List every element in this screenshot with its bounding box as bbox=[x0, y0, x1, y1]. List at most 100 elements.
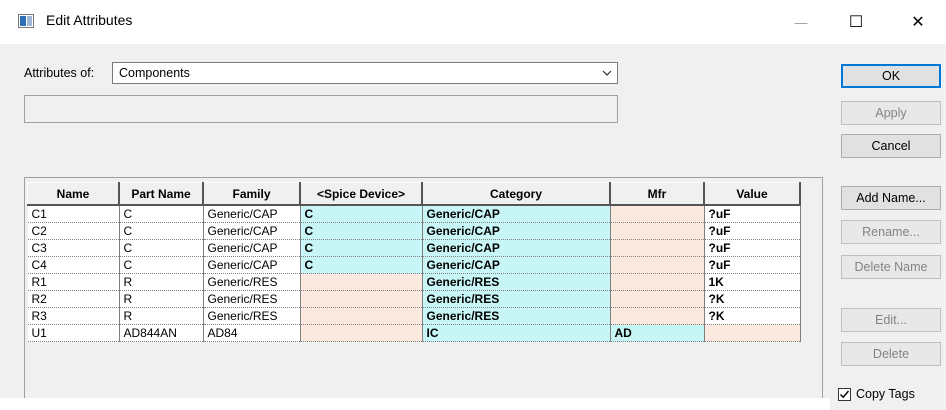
cell-name[interactable]: C2 bbox=[27, 222, 120, 240]
cell-value[interactable]: ?uF bbox=[704, 239, 801, 257]
col-header-value[interactable]: Value bbox=[703, 182, 801, 206]
copy-tags-checkbox[interactable] bbox=[838, 388, 851, 401]
apply-button[interactable]: Apply bbox=[841, 101, 941, 125]
cell-value[interactable]: ?uF bbox=[704, 205, 801, 223]
attributes-of-value: Components bbox=[119, 66, 190, 80]
cell-spice-device[interactable] bbox=[300, 307, 423, 325]
table-row[interactable]: C2 C Generic/CAP C Generic/CAP ?uF bbox=[27, 222, 801, 240]
cell-part-name[interactable]: C bbox=[119, 205, 204, 223]
cell-category[interactable]: Generic/RES bbox=[422, 273, 611, 291]
cell-spice-device[interactable] bbox=[300, 290, 423, 308]
attributes-of-dropdown[interactable]: Components bbox=[112, 62, 618, 84]
cell-name[interactable]: C4 bbox=[27, 256, 120, 274]
close-icon: ✕ bbox=[911, 14, 925, 31]
cell-family[interactable]: Generic/CAP bbox=[203, 222, 301, 240]
cell-name[interactable]: U1 bbox=[27, 324, 120, 342]
minimize-button[interactable]: — bbox=[778, 0, 824, 44]
ok-button[interactable]: OK bbox=[841, 64, 941, 88]
maximize-button[interactable]: ☐ bbox=[833, 0, 879, 44]
cell-mfr[interactable] bbox=[610, 239, 705, 257]
checkmark-icon bbox=[840, 390, 850, 399]
cancel-button[interactable]: Cancel bbox=[841, 134, 941, 158]
cell-family[interactable]: Generic/CAP bbox=[203, 256, 301, 274]
cell-category[interactable]: Generic/CAP bbox=[422, 222, 611, 240]
cell-value[interactable]: ?uF bbox=[704, 222, 801, 240]
rename-button[interactable]: Rename... bbox=[841, 220, 941, 244]
cancel-label: Cancel bbox=[871, 139, 911, 153]
cell-mfr[interactable] bbox=[610, 273, 705, 291]
cell-family[interactable]: Generic/RES bbox=[203, 307, 301, 325]
cell-mfr[interactable] bbox=[610, 205, 705, 223]
cell-name[interactable]: C3 bbox=[27, 239, 120, 257]
table-row[interactable]: R3 R Generic/RES Generic/RES ?K bbox=[27, 307, 801, 325]
delete-name-button[interactable]: Delete Name bbox=[841, 255, 941, 279]
cell-mfr[interactable]: AD bbox=[610, 324, 705, 342]
cell-spice-device[interactable] bbox=[300, 273, 423, 291]
cell-category[interactable]: Generic/RES bbox=[422, 307, 611, 325]
col-header-family[interactable]: Family bbox=[202, 182, 301, 206]
col-header-category[interactable]: Category bbox=[421, 182, 611, 206]
cell-spice-device[interactable]: C bbox=[300, 256, 423, 274]
cell-family[interactable]: Generic/RES bbox=[203, 290, 301, 308]
cell-category[interactable]: Generic/CAP bbox=[422, 205, 611, 223]
cell-category[interactable]: Generic/CAP bbox=[422, 239, 611, 257]
cell-name[interactable]: R1 bbox=[27, 273, 120, 291]
chevron-down-icon bbox=[602, 70, 612, 76]
cell-spice-device[interactable]: C bbox=[300, 205, 423, 223]
table-row[interactable]: R1 R Generic/RES Generic/RES 1K bbox=[27, 273, 801, 291]
table-row[interactable]: C4 C Generic/CAP C Generic/CAP ?uF bbox=[27, 256, 801, 274]
delete-button[interactable]: Delete bbox=[841, 342, 941, 366]
cell-mfr[interactable] bbox=[610, 256, 705, 274]
cell-spice-device[interactable] bbox=[300, 324, 423, 342]
cell-family[interactable]: AD84 bbox=[203, 324, 301, 342]
col-header-name[interactable]: Name bbox=[27, 182, 120, 206]
cell-mfr[interactable] bbox=[610, 290, 705, 308]
table-row[interactable]: R2 R Generic/RES Generic/RES ?K bbox=[27, 290, 801, 308]
cell-value[interactable]: ?uF bbox=[704, 256, 801, 274]
cell-family[interactable]: Generic/CAP bbox=[203, 205, 301, 223]
cell-part-name[interactable]: AD844AN bbox=[119, 324, 204, 342]
attributes-grid[interactable]: Name Part Name Family <Spice Device> Cat… bbox=[24, 177, 823, 410]
cell-name[interactable]: C1 bbox=[27, 205, 120, 223]
table-row[interactable]: U1 AD844AN AD84 IC AD bbox=[27, 324, 801, 342]
cell-value[interactable] bbox=[704, 324, 801, 342]
cell-spice-device[interactable]: C bbox=[300, 222, 423, 240]
cell-part-name[interactable]: R bbox=[119, 273, 204, 291]
cell-part-name[interactable]: R bbox=[119, 290, 204, 308]
cell-value[interactable]: ?K bbox=[704, 307, 801, 325]
cell-part-name[interactable]: C bbox=[119, 239, 204, 257]
delete-name-label: Delete Name bbox=[854, 260, 928, 274]
torn-edge bbox=[0, 398, 830, 410]
table-row[interactable]: C1 C Generic/CAP C Generic/CAP ?uF bbox=[27, 205, 801, 223]
cell-part-name[interactable]: C bbox=[119, 256, 204, 274]
cell-name[interactable]: R3 bbox=[27, 307, 120, 325]
cell-category[interactable]: Generic/RES bbox=[422, 290, 611, 308]
cell-family[interactable]: Generic/RES bbox=[203, 273, 301, 291]
copy-tags-label: Copy Tags bbox=[856, 387, 915, 401]
cell-part-name[interactable]: C bbox=[119, 222, 204, 240]
cell-family[interactable]: Generic/CAP bbox=[203, 239, 301, 257]
table-row[interactable]: C3 C Generic/CAP C Generic/CAP ?uF bbox=[27, 239, 801, 257]
close-button[interactable]: ✕ bbox=[895, 0, 941, 44]
app-icon bbox=[18, 14, 34, 28]
col-header-spice-device[interactable]: <Spice Device> bbox=[299, 182, 423, 206]
edit-label: Edit... bbox=[875, 313, 907, 327]
cell-value[interactable]: ?K bbox=[704, 290, 801, 308]
add-name-button[interactable]: Add Name... bbox=[841, 186, 941, 210]
ok-label: OK bbox=[881, 69, 901, 83]
window-title: Edit Attributes bbox=[46, 12, 133, 28]
cell-mfr[interactable] bbox=[610, 222, 705, 240]
edit-button[interactable]: Edit... bbox=[841, 308, 941, 332]
cell-mfr[interactable] bbox=[610, 307, 705, 325]
attributes-table: Name Part Name Family <Spice Device> Cat… bbox=[27, 182, 801, 342]
cell-part-name[interactable]: R bbox=[119, 307, 204, 325]
cell-value[interactable]: 1K bbox=[704, 273, 801, 291]
cell-spice-device[interactable]: C bbox=[300, 239, 423, 257]
col-header-mfr[interactable]: Mfr bbox=[609, 182, 705, 206]
col-header-part-name[interactable]: Part Name bbox=[118, 182, 204, 206]
cell-name[interactable]: R2 bbox=[27, 290, 120, 308]
add-name-label: Add Name... bbox=[856, 191, 926, 205]
cell-category[interactable]: Generic/CAP bbox=[422, 256, 611, 274]
rename-label: Rename... bbox=[862, 225, 920, 239]
cell-category[interactable]: IC bbox=[422, 324, 611, 342]
